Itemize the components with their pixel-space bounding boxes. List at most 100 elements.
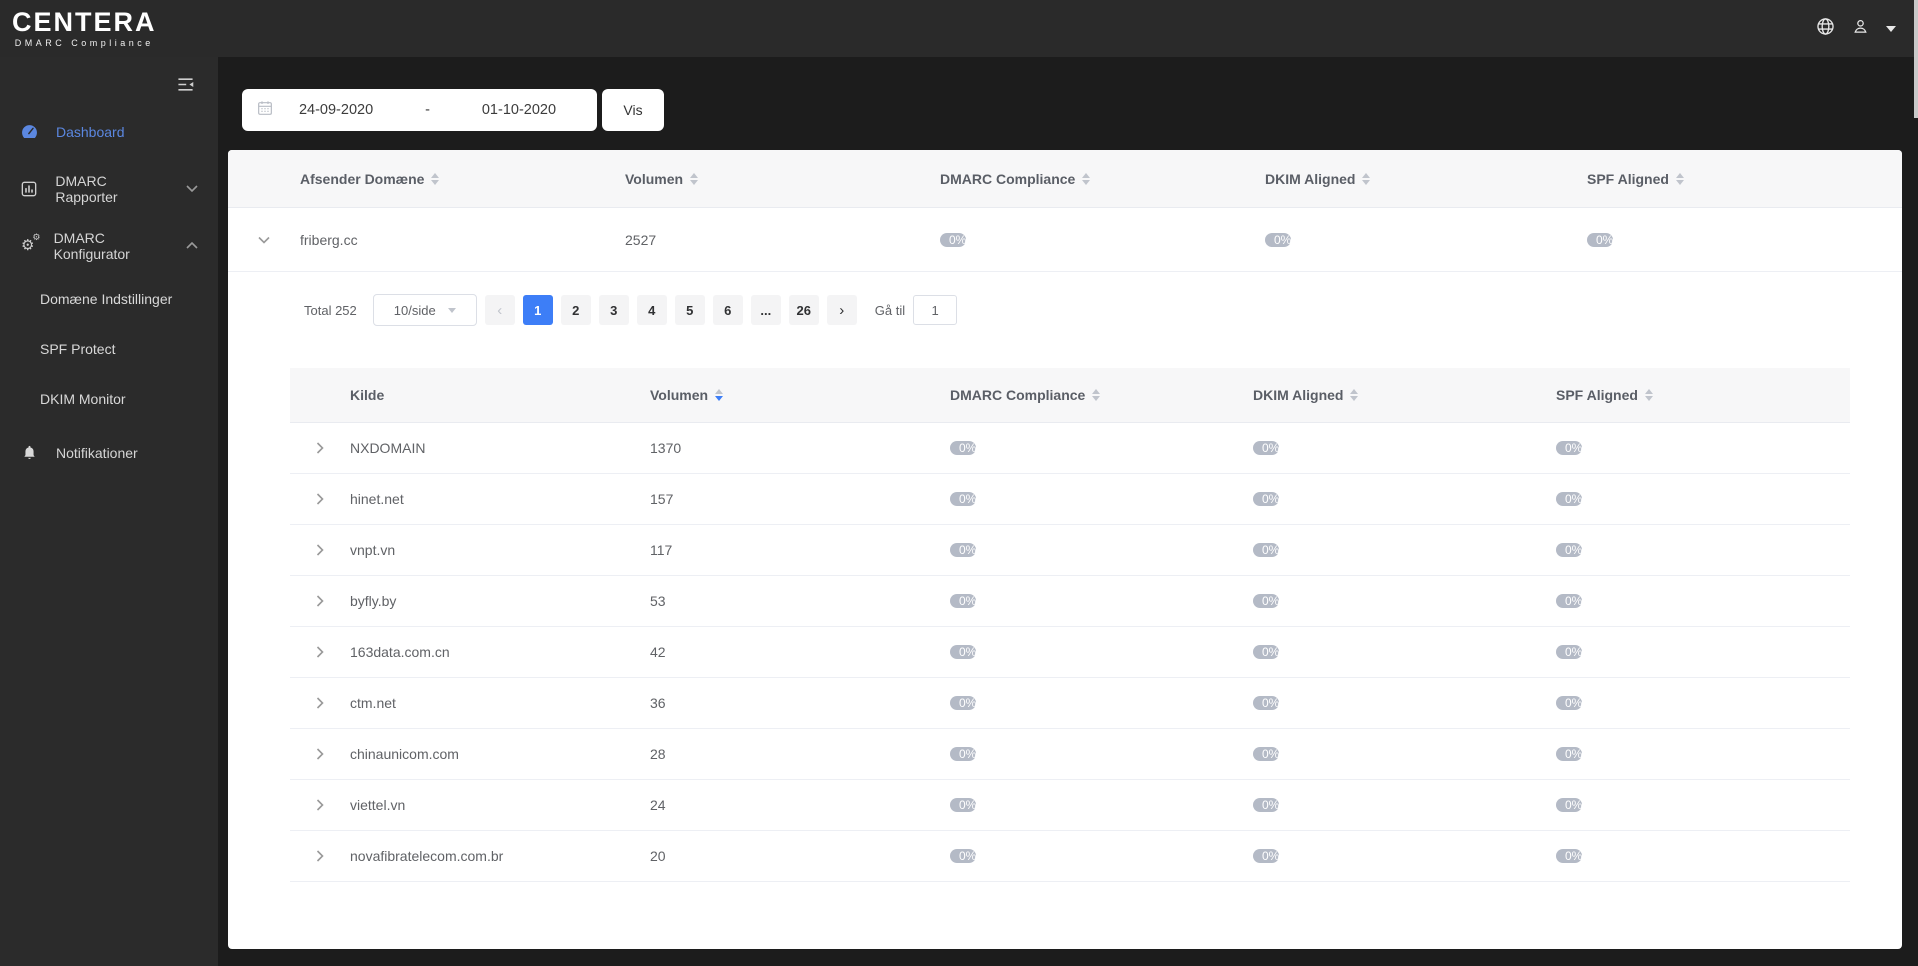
dmarc-progress-bar: 0% xyxy=(950,594,976,608)
pagination-page-2[interactable]: 2 xyxy=(561,295,591,325)
pagination: Total 252 10/side ‹ 1 2 3 4 5 6 ... 26 ›… xyxy=(304,294,1850,326)
sidebar-item-label: Dashboard xyxy=(56,124,125,140)
volume-cell: 36 xyxy=(650,695,950,711)
sidebar-item-dmarc-rapporter[interactable]: DMARC Rapporter xyxy=(0,160,218,217)
spf-progress-bar: 0% xyxy=(1587,233,1613,247)
sidebar-item-dkim-monitor[interactable]: DKIM Monitor xyxy=(0,374,218,424)
expand-row-chevron-icon[interactable] xyxy=(290,799,350,811)
sidebar-item-notifikationer[interactable]: Notifikationer xyxy=(0,424,218,481)
sidebar-item-domaene-indstillinger[interactable]: Domæne Indstillinger xyxy=(0,274,218,324)
globe-icon[interactable] xyxy=(1816,17,1835,41)
pagination-ellipsis[interactable]: ... xyxy=(751,295,781,325)
menu-fold-icon[interactable] xyxy=(177,77,194,97)
user-icon[interactable] xyxy=(1852,18,1869,40)
dkim-progress-bar: 0% xyxy=(1253,696,1279,710)
column-header-volumen[interactable]: Volumen xyxy=(625,171,940,187)
dkim-progress-bar: 0% xyxy=(1253,441,1279,455)
date-start-value[interactable]: 24-09-2020 xyxy=(299,102,373,118)
pagination-goto-input[interactable] xyxy=(913,295,957,325)
sidebar-subitem-label: Domæne Indstillinger xyxy=(40,291,172,307)
volume-cell: 2527 xyxy=(625,232,940,248)
date-end-value[interactable]: 01-10-2020 xyxy=(482,102,556,118)
brand-logo: CENTERA DMARC Compliance xyxy=(12,9,157,48)
column-header-label: DMARC Compliance xyxy=(940,171,1075,187)
column-header-dkim-aligned[interactable]: DKIM Aligned xyxy=(1253,387,1556,403)
date-separator: - xyxy=(425,102,430,118)
column-header-dkim-aligned[interactable]: DKIM Aligned xyxy=(1265,171,1587,187)
expand-row-chevron-icon[interactable] xyxy=(290,544,350,556)
column-header-spf-aligned[interactable]: SPF Aligned xyxy=(1587,171,1902,187)
source-cell: viettel.vn xyxy=(350,797,650,813)
spf-progress-bar: 0% xyxy=(1556,645,1582,659)
sidebar-item-dashboard[interactable]: Dashboard xyxy=(0,103,218,160)
column-header-label: Kilde xyxy=(350,387,384,403)
column-header-dmarc-compliance[interactable]: DMARC Compliance xyxy=(950,387,1253,403)
sort-icon xyxy=(690,173,698,185)
pagination-prev-button[interactable]: ‹ xyxy=(485,295,515,325)
volume-cell: 42 xyxy=(650,644,950,660)
dmarc-progress-bar: 0% xyxy=(950,798,976,812)
page-size-value: 10/side xyxy=(394,303,436,318)
sidebar-item-label: DMARC Rapporter xyxy=(55,173,169,205)
spf-progress-bar: 0% xyxy=(1556,849,1582,863)
column-header-volumen[interactable]: Volumen xyxy=(650,387,950,403)
sort-icon xyxy=(1092,389,1100,401)
spf-progress-bar: 0% xyxy=(1556,798,1582,812)
sidebar-subitem-label: SPF Protect xyxy=(40,341,115,357)
source-cell: novafibratelecom.com.br xyxy=(350,848,650,864)
pagination-goto-label: Gå til xyxy=(875,303,905,318)
vis-button[interactable]: Vis xyxy=(602,89,664,131)
sidebar-subitem-label: DKIM Monitor xyxy=(40,391,126,407)
caret-down-icon[interactable] xyxy=(1886,26,1896,32)
pagination-page-1[interactable]: 1 xyxy=(523,295,553,325)
pagination-page-5[interactable]: 5 xyxy=(675,295,705,325)
sort-icon xyxy=(1350,389,1358,401)
pagination-page-6[interactable]: 6 xyxy=(713,295,743,325)
dmarc-progress-bar: 0% xyxy=(950,492,976,506)
expand-row-chevron-icon[interactable] xyxy=(290,493,350,505)
expand-row-chevron-icon[interactable] xyxy=(290,748,350,760)
expand-row-chevron-icon[interactable] xyxy=(290,697,350,709)
dkim-progress-bar: 0% xyxy=(1265,233,1291,247)
sidebar-item-dmarc-konfigurator[interactable]: ⚙⚙ DMARC Konfigurator xyxy=(0,217,218,274)
sidebar-item-label: DMARC Konfigurator xyxy=(54,230,169,262)
volume-cell: 1370 xyxy=(650,440,950,456)
dmarc-progress-bar: 0% xyxy=(950,441,976,455)
vertical-scrollbar[interactable] xyxy=(1914,0,1918,118)
column-header-spf-aligned[interactable]: SPF Aligned xyxy=(1556,387,1850,403)
chevron-up-icon xyxy=(186,242,198,249)
source-cell: byfly.by xyxy=(350,593,650,609)
page-size-select[interactable]: 10/side xyxy=(373,294,477,326)
brand-name: CENTERA xyxy=(12,9,157,36)
expand-row-chevron-icon[interactable] xyxy=(290,646,350,658)
dkim-progress-bar: 0% xyxy=(1253,543,1279,557)
sidebar: Dashboard DMARC Rapporter ⚙⚙ DMARC Konfi… xyxy=(0,57,218,966)
source-cell: NXDOMAIN xyxy=(350,440,650,456)
dmarc-progress-bar: 0% xyxy=(950,747,976,761)
dkim-progress-bar: 0% xyxy=(1253,492,1279,506)
column-header-label: SPF Aligned xyxy=(1556,387,1638,403)
sidebar-item-label: Notifikationer xyxy=(56,445,138,461)
column-header-dmarc-compliance[interactable]: DMARC Compliance xyxy=(940,171,1265,187)
sidebar-item-spf-protect[interactable]: SPF Protect xyxy=(0,324,218,374)
column-header-label: DKIM Aligned xyxy=(1253,387,1343,403)
sort-icon xyxy=(1082,173,1090,185)
expanded-row-panel: Total 252 10/side ‹ 1 2 3 4 5 6 ... 26 ›… xyxy=(228,294,1902,944)
chevron-down-icon xyxy=(186,185,198,192)
collapse-row-chevron-icon[interactable] xyxy=(228,236,300,244)
spf-progress-bar: 0% xyxy=(1556,696,1582,710)
source-table-row: novafibratelecom.com.br 20 0% 0% 0% xyxy=(290,831,1850,882)
expand-row-chevron-icon[interactable] xyxy=(290,850,350,862)
pagination-page-4[interactable]: 4 xyxy=(637,295,667,325)
pagination-page-26[interactable]: 26 xyxy=(789,295,819,325)
expand-row-chevron-icon[interactable] xyxy=(290,442,350,454)
date-range-picker[interactable]: 24-09-2020 - 01-10-2020 xyxy=(242,89,597,131)
dkim-progress-bar: 0% xyxy=(1253,798,1279,812)
brand-tagline: DMARC Compliance xyxy=(15,39,154,48)
expand-row-chevron-icon[interactable] xyxy=(290,595,350,607)
sort-icon xyxy=(1645,389,1653,401)
pagination-page-3[interactable]: 3 xyxy=(599,295,629,325)
sort-icon xyxy=(431,173,439,185)
pagination-next-button[interactable]: › xyxy=(827,295,857,325)
column-header-afsender-domaene[interactable]: Afsender Domæne xyxy=(300,171,625,187)
